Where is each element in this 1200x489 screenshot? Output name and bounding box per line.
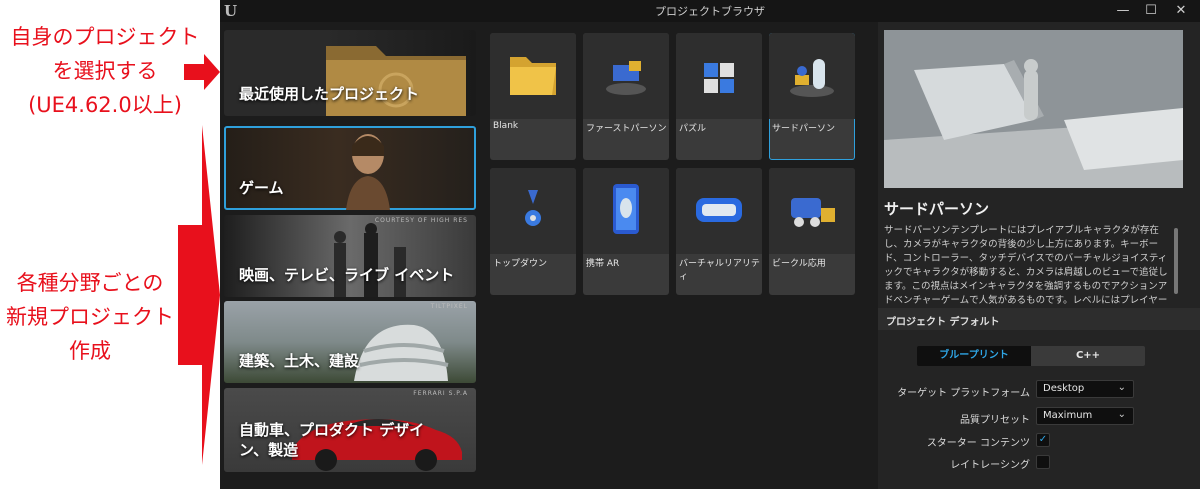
template-thumbnail [583, 33, 669, 119]
category-label: 最近使用したプロジェクト [239, 85, 420, 103]
template-thumbnail [676, 168, 762, 254]
category-label: 自動車、プロダクト デザイン、製造 [239, 421, 425, 459]
template-title: サードパーソン [884, 200, 990, 218]
category-label: 建築、土木、建設 [239, 352, 360, 370]
cpp-toggle-button[interactable]: C++ [1031, 346, 1145, 366]
quality-preset-label: 品質プリセット [960, 415, 1030, 426]
vr-headset-icon [696, 198, 742, 222]
template-thumbnail [583, 168, 669, 254]
top-down-icon [525, 190, 541, 226]
template-tile-puzzle[interactable]: パズル [676, 33, 762, 160]
screenshot-root: 自身のプロジェクト を選択する (UE4.62.0以上) 各種分野ごとの 新規プ… [0, 0, 1200, 489]
template-label: トップダウン [493, 259, 548, 269]
template-label: Blank [493, 121, 519, 131]
category-architecture[interactable]: TILTPIXEL 建築、土木、建設 [224, 301, 476, 383]
annotation-select-own-project: 自身のプロジェクト を選択する (UE4.62.0以上) [10, 25, 200, 117]
maximize-button[interactable]: ☐ [1142, 2, 1160, 20]
project-defaults-header: プロジェクト デフォルト [878, 308, 1200, 330]
title-bar: U プロジェクトブラウザ — ☐ ✕ [220, 0, 1200, 22]
template-thumbnail [676, 33, 762, 119]
puzzle-icon [704, 63, 734, 93]
target-platform-dropdown[interactable]: Desktop ⌄ [1036, 380, 1134, 398]
third-person-icon [790, 59, 834, 97]
chevron-down-icon: ⌄ [1117, 409, 1126, 420]
category-recent-projects[interactable]: 最近使用したプロジェクト [224, 30, 476, 116]
template-tile-virtual-reality[interactable]: バーチャルリアリティ [676, 168, 762, 295]
template-label: ファーストパーソン [586, 124, 667, 134]
category-label: 映画、テレビ、ライブ イベント [239, 266, 455, 284]
arrow-right-large [178, 125, 220, 465]
image-credit: TILTPIXEL [430, 303, 468, 310]
raytracing-label: レイトレーシング [950, 460, 1030, 471]
close-button[interactable]: ✕ [1172, 2, 1190, 20]
category-list: 最近使用したプロジェクト ゲーム COURTESY OF HIGH RES 映画… [224, 28, 478, 486]
template-tile-top-down[interactable]: トップダウン [490, 168, 576, 295]
template-tile-first-person[interactable]: ファーストパーソン [583, 33, 669, 160]
project-browser-window: U プロジェクトブラウザ — ☐ ✕ 最近使用したプロジェクト ゲーム COUR… [220, 0, 1200, 489]
check-icon: ✓ [1038, 434, 1048, 445]
preview-scene [884, 30, 1183, 188]
template-grid: Blank ファーストパーソン パズル サードパーソン トップダウン 携帯 AR… [490, 33, 870, 303]
first-person-icon [606, 61, 646, 95]
annotation-new-project: 各種分野ごとの 新規プロジェクト 作成 [6, 271, 174, 363]
starter-content-label: スターター コンテンツ [926, 438, 1030, 449]
quality-preset-dropdown[interactable]: Maximum ⌄ [1036, 407, 1134, 425]
chevron-down-icon: ⌄ [1117, 382, 1126, 393]
folder-icon [510, 57, 556, 95]
starter-content-checkbox[interactable]: ✓ [1036, 433, 1050, 447]
category-film-tv-live[interactable]: COURTESY OF HIGH RES 映画、テレビ、ライブ イベント [224, 215, 476, 297]
template-preview-image [884, 30, 1183, 188]
category-games[interactable]: ゲーム [224, 126, 476, 210]
template-thumbnail [769, 33, 855, 119]
vehicle-icon [791, 198, 835, 227]
template-tile-blank[interactable]: Blank [490, 33, 576, 160]
template-label: サードパーソン [772, 124, 836, 134]
minimize-button[interactable]: — [1114, 2, 1132, 20]
template-label: ビークル応用 [772, 259, 826, 269]
template-tile-handheld-ar[interactable]: 携帯 AR [583, 168, 669, 295]
template-description: サードパーソンテンプレートにはプレイアブルキャラクタが存在し、カメラがキャラクタ… [884, 225, 1168, 306]
dropdown-value: Maximum [1043, 410, 1093, 421]
template-label: バーチャルリアリティ [679, 259, 760, 282]
template-label: パズル [679, 124, 707, 134]
template-tile-third-person[interactable]: サードパーソン [769, 33, 855, 160]
film-crew-image [334, 223, 406, 297]
details-panel: サードパーソン サードパーソンテンプレートにはプレイアブルキャラクタが存在し、カ… [878, 22, 1200, 489]
target-platform-label: ターゲット プラットフォーム [897, 388, 1030, 399]
raytracing-checkbox[interactable] [1036, 455, 1050, 469]
description-scrollbar[interactable] [1174, 228, 1178, 294]
annotation-panel: 自身のプロジェクト を選択する (UE4.62.0以上) 各種分野ごとの 新規プ… [0, 0, 220, 489]
dropdown-value: Desktop [1043, 383, 1085, 394]
template-label: 携帯 AR [586, 259, 620, 269]
category-automotive[interactable]: FERRARI S.P.A 自動車、プロダクト デザイン、製造 [224, 388, 476, 472]
category-label: ゲーム [239, 179, 284, 197]
character-portrait [346, 134, 390, 210]
template-thumbnail [769, 168, 855, 254]
window-title: プロジェクトブラウザ [655, 5, 765, 18]
template-thumbnail [490, 33, 576, 119]
building-image [354, 324, 449, 381]
template-tile-vehicle[interactable]: ビークル応用 [769, 168, 855, 295]
blueprint-toggle-button[interactable]: ブループリント [917, 346, 1031, 366]
handheld-ar-icon [613, 184, 639, 234]
image-credit: COURTESY OF HIGH RES [374, 217, 468, 224]
template-thumbnail [490, 168, 576, 254]
image-credit: FERRARI S.P.A [413, 390, 468, 397]
